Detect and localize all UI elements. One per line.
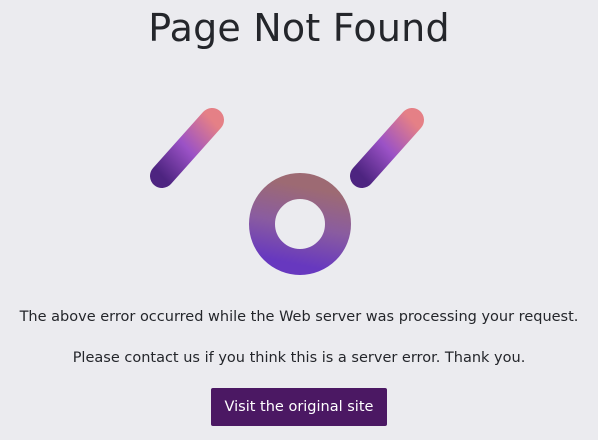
error-message: The above error occurred while the Web s… [19, 309, 579, 325]
digit-four-right [350, 108, 448, 211]
error-page: Page Not Found The above error occurred … [0, 0, 598, 440]
contact-message: Please contact us if you think this is a… [72, 350, 526, 366]
visit-original-site-button[interactable]: Visit the original site [211, 388, 387, 426]
page-title: Page Not Found [148, 6, 450, 50]
404-illustration [140, 100, 460, 280]
digit-zero-ring [249, 173, 351, 275]
digit-four-left [150, 108, 248, 211]
